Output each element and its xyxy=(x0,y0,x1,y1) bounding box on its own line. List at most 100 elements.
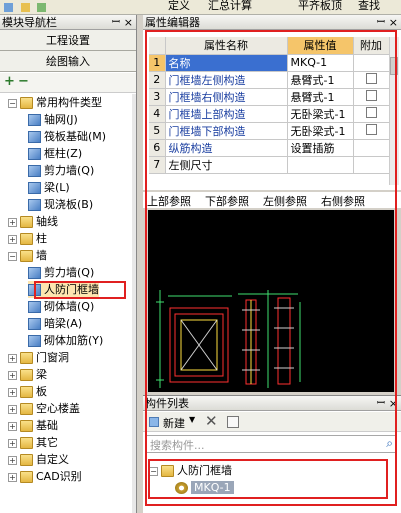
nav-tree: − 常用构件类型轴网(J) 筏板基础(M) 框柱(Z) 剪力墙(Q) 梁(L) 现浇板(B)… xyxy=(0,94,136,513)
nav-tree-label: 梁(L) xyxy=(44,181,70,194)
expand-icon[interactable]: + xyxy=(8,404,17,414)
nav-tree-label: 剪力墙(Q) xyxy=(44,266,95,279)
nav-tree-label: 常用构件类型 xyxy=(36,96,102,109)
nav-tree-item[interactable]: + 基础 xyxy=(8,417,58,434)
nav-tree-item[interactable]: + 自定义 xyxy=(8,451,69,468)
nav-tree-label: 暗梁(A) xyxy=(44,317,83,330)
component-icon xyxy=(28,267,41,279)
top-toolbar: 定义 汇总计算 平齐板顶 查找 xyxy=(0,0,401,15)
component-icon xyxy=(28,318,41,330)
folder-icon xyxy=(20,454,33,466)
toolbar-find[interactable]: 查找 xyxy=(358,0,380,12)
expand-icon[interactable]: + xyxy=(8,472,17,482)
highlight-selected-node xyxy=(34,281,126,299)
folder-icon xyxy=(20,233,33,245)
folder-icon xyxy=(20,352,33,364)
folder-icon xyxy=(20,386,33,398)
component-icon xyxy=(28,335,41,347)
nav-panel: 模块导航栏 ꟷ × 工程设置 绘图输入 + − − 常用构件类型 轴网(J) 筏板基础… xyxy=(0,15,137,513)
component-icon xyxy=(28,148,41,160)
folder-icon xyxy=(20,420,33,432)
nav-tree-label: 砌体加筋(Y) xyxy=(44,334,104,347)
nav-tree-item[interactable]: 梁(L) xyxy=(28,179,70,196)
prop-panel-header: 属性编辑器 ꟷ × xyxy=(143,15,401,30)
nav-tree-item[interactable]: + 轴线 xyxy=(8,213,58,230)
expand-all-icon[interactable]: + xyxy=(4,75,15,88)
drawing-input-button[interactable]: 绘图输入 xyxy=(0,51,136,72)
expand-icon[interactable]: + xyxy=(8,217,17,227)
folder-icon xyxy=(20,250,33,262)
nav-tree-label: 剪力墙(Q) xyxy=(44,164,95,177)
nav-tree-label: 轴网(J) xyxy=(44,113,78,126)
nav-tree-label: 梁 xyxy=(36,368,47,381)
nav-tree-label: 门窗洞 xyxy=(36,351,69,364)
expand-icon[interactable]: + xyxy=(8,421,17,431)
collapse-all-icon[interactable]: − xyxy=(18,75,29,88)
collapse-icon[interactable]: − xyxy=(8,251,17,261)
component-icon xyxy=(28,199,41,211)
nav-tree-item[interactable]: 框柱(Z) xyxy=(28,145,82,162)
nav-tree-item[interactable]: + 柱 xyxy=(8,230,47,247)
expand-icon[interactable]: + xyxy=(8,370,17,380)
folder-icon xyxy=(20,97,33,109)
nav-tree-label: 轴线 xyxy=(36,215,58,228)
nav-panel-title: 模块导航栏 xyxy=(2,16,57,29)
nav-tree-toolbar: + − xyxy=(0,73,136,93)
nav-tree-label: 板 xyxy=(36,385,47,398)
expand-icon[interactable]: + xyxy=(8,438,17,448)
pin-icon[interactable]: ꟷ xyxy=(112,15,120,30)
nav-tree-item[interactable]: + CAD识别 xyxy=(8,468,82,485)
prop-pin-icon[interactable]: ꟷ xyxy=(377,15,385,30)
nav-tree-label: 框柱(Z) xyxy=(44,147,83,160)
prop-close-icon[interactable]: × xyxy=(389,15,398,30)
nav-tree-item[interactable]: + 梁 xyxy=(8,366,47,383)
expand-icon[interactable]: + xyxy=(8,234,17,244)
folder-icon xyxy=(20,216,33,228)
nav-tree-label: 砌体墙(Q) xyxy=(44,300,95,313)
nav-tree-item[interactable]: + 板 xyxy=(8,383,47,400)
nav-tree-label: 空心楼盖 xyxy=(36,402,80,415)
nav-tree-label: 墙 xyxy=(36,249,47,262)
nav-tree-item[interactable]: 砌体墙(Q) xyxy=(28,298,94,315)
highlight-prop-panel xyxy=(145,30,397,506)
nav-tree-label: 现浇板(B) xyxy=(44,198,94,211)
folder-icon xyxy=(20,437,33,449)
folder-icon xyxy=(20,369,33,381)
component-icon xyxy=(28,301,41,313)
nav-tree-label: CAD识别 xyxy=(36,470,82,483)
toolbar-flat[interactable]: 平齐板顶 xyxy=(298,0,342,12)
folder-icon xyxy=(20,403,33,415)
nav-tree-item[interactable]: 轴网(J) xyxy=(28,111,78,128)
nav-tree-item[interactable]: 剪力墙(Q) xyxy=(28,162,94,179)
nav-tree-item[interactable]: + 门窗洞 xyxy=(8,349,69,366)
expand-icon[interactable]: + xyxy=(8,353,17,363)
nav-tree-item[interactable]: 砌体加筋(Y) xyxy=(28,332,103,349)
nav-tree-item[interactable]: − 常用构件类型 xyxy=(8,94,102,111)
nav-tree-label: 基础 xyxy=(36,419,58,432)
project-settings-button[interactable]: 工程设置 xyxy=(0,30,136,51)
nav-tree-label: 自定义 xyxy=(36,453,69,466)
nav-tree-item[interactable]: 筏板基础(M) xyxy=(28,128,106,145)
toolbar-calc[interactable]: 汇总计算 xyxy=(208,0,252,12)
highlight-comp-tree xyxy=(148,459,388,499)
nav-tree-item[interactable]: + 空心楼盖 xyxy=(8,400,80,417)
nav-scrollbar[interactable] xyxy=(132,94,136,513)
collapse-icon[interactable]: − xyxy=(8,98,17,108)
nav-tree-item[interactable]: + 其它 xyxy=(8,434,58,451)
expand-icon[interactable]: + xyxy=(8,387,17,397)
toolbar-icons[interactable] xyxy=(4,2,124,12)
prop-panel-title: 属性编辑器 xyxy=(145,16,200,29)
close-icon[interactable]: × xyxy=(124,15,133,30)
nav-tree-item[interactable]: 现浇板(B) xyxy=(28,196,93,213)
nav-tree-item[interactable]: − 墙 xyxy=(8,247,47,264)
expand-icon[interactable]: + xyxy=(8,455,17,465)
toolbar-define[interactable]: 定义 xyxy=(168,0,190,12)
component-icon xyxy=(28,131,41,143)
nav-tree-label: 柱 xyxy=(36,232,47,245)
nav-tree-item[interactable]: 剪力墙(Q) xyxy=(28,264,94,281)
nav-panel-header: 模块导航栏 ꟷ × xyxy=(0,15,136,30)
nav-tree-item[interactable]: 暗梁(A) xyxy=(28,315,82,332)
component-icon xyxy=(28,182,41,194)
component-icon xyxy=(28,165,41,177)
component-icon xyxy=(28,114,41,126)
